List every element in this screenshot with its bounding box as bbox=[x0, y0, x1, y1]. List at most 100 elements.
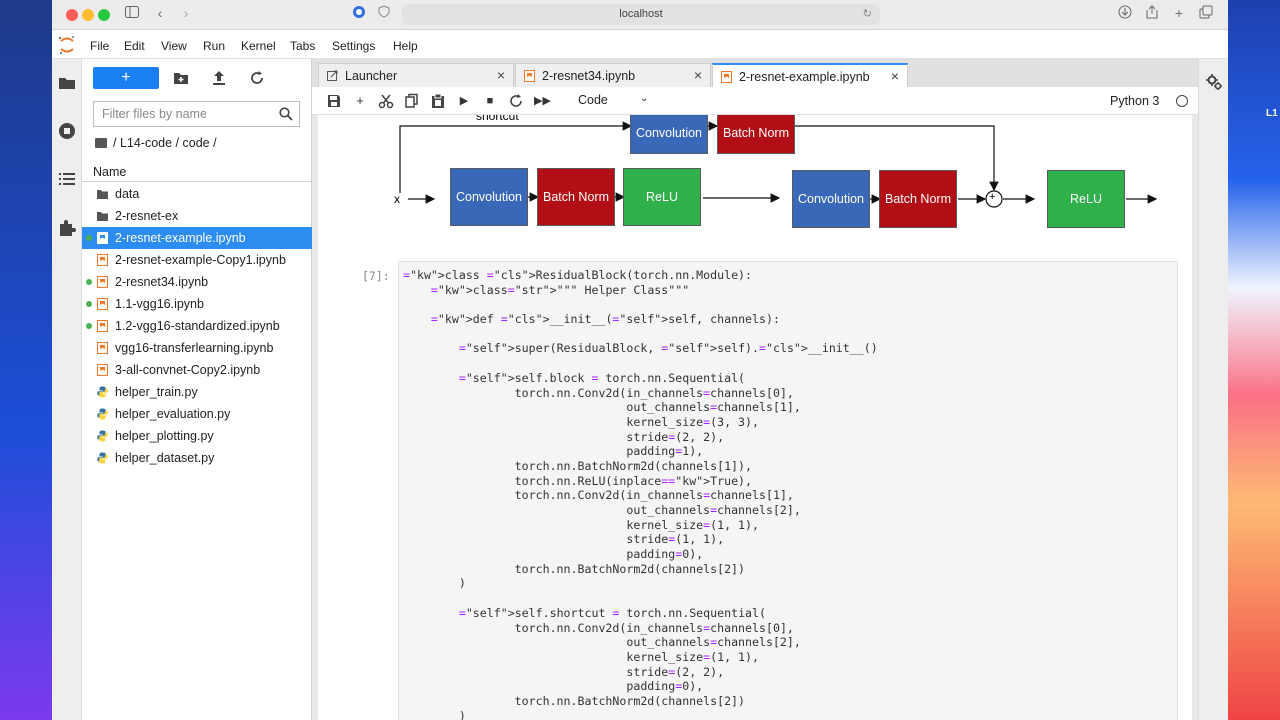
tab-overview-icon[interactable] bbox=[1196, 5, 1216, 22]
code-line: padding=0), bbox=[403, 547, 704, 562]
file-row[interactable]: 1.1-vgg16.ipynb bbox=[82, 293, 312, 315]
code-cell[interactable]: ="kw">class ="cls">ResidualBlock(torch.n… bbox=[398, 261, 1178, 720]
close-window-button[interactable] bbox=[66, 9, 78, 21]
sidebar-toggle-icon[interactable] bbox=[122, 5, 142, 21]
password-manager-icon[interactable] bbox=[349, 5, 369, 22]
copy-icon[interactable] bbox=[404, 93, 420, 109]
new-launcher-button[interactable]: + bbox=[93, 67, 159, 89]
insert-cell-icon[interactable]: + bbox=[352, 93, 368, 109]
tab-2-resnet34[interactable]: 2-resnet34.ipynb × bbox=[515, 63, 711, 87]
new-folder-icon[interactable] bbox=[172, 69, 190, 87]
upload-icon[interactable] bbox=[210, 69, 228, 87]
property-inspector-gear-icon[interactable] bbox=[1205, 73, 1223, 91]
notebook-panel[interactable]: x shortcut + Convolution Batch Norm Conv… bbox=[318, 115, 1192, 720]
tab-label: Launcher bbox=[345, 69, 398, 83]
code-line: torch.nn.BatchNorm2d(channels[2]) bbox=[403, 561, 746, 576]
running-kernels-icon[interactable] bbox=[58, 122, 76, 140]
notebook-icon bbox=[524, 70, 535, 82]
menu-kernel[interactable]: Kernel bbox=[241, 39, 276, 53]
minimize-window-button[interactable] bbox=[82, 9, 94, 21]
code-line: ="self">self.shortcut = torch.nn.Sequent… bbox=[458, 605, 766, 620]
file-name: 2-resnet-ex bbox=[115, 209, 179, 223]
code-line: kernel_size=(1, 1), bbox=[403, 517, 760, 532]
menu-file[interactable]: File bbox=[90, 39, 109, 53]
close-icon[interactable]: × bbox=[694, 67, 702, 83]
file-row[interactable]: helper_evaluation.py bbox=[82, 403, 312, 425]
file-row[interactable]: 1.2-vgg16-standardized.ipynb bbox=[82, 315, 312, 337]
restart-kernel-icon[interactable] bbox=[508, 93, 524, 109]
privacy-shield-icon[interactable] bbox=[374, 5, 394, 21]
search-icon bbox=[279, 107, 293, 121]
kernel-name[interactable]: Python 3 bbox=[1110, 94, 1159, 108]
menu-settings[interactable]: Settings bbox=[332, 39, 375, 53]
menu-edit[interactable]: Edit bbox=[124, 39, 145, 53]
reload-icon[interactable]: ↻ bbox=[863, 7, 872, 20]
file-list-header[interactable]: Name bbox=[82, 161, 312, 182]
file-filter-input[interactable] bbox=[102, 107, 272, 121]
forward-icon[interactable]: › bbox=[176, 5, 196, 21]
save-icon[interactable] bbox=[326, 93, 342, 109]
menu-run[interactable]: Run bbox=[203, 39, 225, 53]
code-line: ="kw">class="str">""" Helper Class""" bbox=[430, 282, 690, 297]
paste-icon[interactable] bbox=[430, 93, 446, 109]
file-row[interactable]: data bbox=[82, 183, 312, 205]
restart-run-all-icon[interactable]: ▶▶ bbox=[534, 93, 551, 109]
file-row[interactable]: 2-resnet-example-Copy1.ipynb bbox=[82, 249, 312, 271]
table-of-contents-icon[interactable] bbox=[58, 170, 76, 188]
chevron-down-icon: ⌄ bbox=[640, 93, 649, 104]
python-file-icon bbox=[97, 408, 108, 420]
code-editor[interactable]: ="kw">class ="cls">ResidualBlock(torch.n… bbox=[403, 268, 878, 720]
close-icon[interactable]: × bbox=[891, 68, 899, 84]
downloads-icon[interactable] bbox=[1115, 5, 1135, 22]
tab-launcher[interactable]: Launcher × bbox=[318, 63, 514, 87]
file-name: helper_train.py bbox=[115, 385, 198, 399]
kernel-status-icon bbox=[1176, 95, 1188, 107]
file-row[interactable]: 2-resnet34.ipynb bbox=[82, 271, 312, 293]
python-file-icon bbox=[97, 386, 108, 398]
file-row[interactable]: 3-all-convnet-Copy2.ipynb bbox=[82, 359, 312, 381]
launcher-icon bbox=[327, 70, 338, 81]
code-line: stride=(2, 2), bbox=[403, 664, 725, 679]
url-bar[interactable]: localhost ↻ bbox=[402, 4, 880, 25]
breadcrumb-path[interactable]: / L14-code / code / bbox=[113, 136, 217, 150]
code-line: torch.nn.ReLU(inplace=="kw">True), bbox=[403, 473, 753, 488]
file-row[interactable]: 2-resnet-ex bbox=[82, 205, 312, 227]
tab-2-resnet-example[interactable]: 2-resnet-example.ipynb × bbox=[712, 63, 908, 88]
file-row[interactable]: helper_plotting.py bbox=[82, 425, 312, 447]
right-sidebar bbox=[1198, 59, 1228, 720]
file-name: 2-resnet-example.ipynb bbox=[115, 231, 246, 245]
run-icon[interactable]: ▶ bbox=[456, 93, 472, 109]
cut-icon[interactable] bbox=[378, 93, 394, 109]
file-row[interactable]: helper_train.py bbox=[82, 381, 312, 403]
file-row[interactable]: vgg16-transferlearning.ipynb bbox=[82, 337, 312, 359]
file-name: 3-all-convnet-Copy2.ipynb bbox=[115, 363, 261, 377]
diagram-input-label: x bbox=[394, 192, 400, 206]
notebook-icon bbox=[721, 71, 732, 83]
zoom-window-button[interactable] bbox=[98, 9, 110, 21]
file-row[interactable]: helper_dataset.py bbox=[82, 447, 312, 469]
new-tab-icon[interactable]: + bbox=[1169, 5, 1189, 21]
breadcrumb[interactable]: / L14-code / code / bbox=[95, 136, 217, 150]
browser-toolbar: ‹ › localhost ↻ + bbox=[52, 0, 1228, 30]
code-line: ) bbox=[403, 708, 466, 720]
file-row[interactable]: 2-resnet-example.ipynb bbox=[82, 227, 312, 249]
extensions-puzzle-icon[interactable] bbox=[58, 219, 76, 237]
menu-tabs[interactable]: Tabs bbox=[290, 39, 315, 53]
stop-icon[interactable]: ■ bbox=[482, 93, 498, 109]
menu-view[interactable]: View bbox=[161, 39, 187, 53]
folder-icon[interactable] bbox=[58, 74, 76, 92]
file-filter-field[interactable] bbox=[93, 101, 300, 127]
share-icon[interactable] bbox=[1142, 5, 1162, 22]
back-icon[interactable]: ‹ bbox=[150, 5, 170, 21]
cell-type-dropdown[interactable]: Code ⌄ bbox=[578, 93, 648, 107]
notebook-icon bbox=[97, 364, 108, 376]
file-browser-panel: + / L14-code / code / Name data 2-resnet-… bbox=[82, 59, 312, 720]
close-icon[interactable]: × bbox=[497, 67, 505, 83]
menu-help[interactable]: Help bbox=[393, 39, 418, 53]
file-name: vgg16-transferlearning.ipynb bbox=[115, 341, 274, 355]
column-header-name[interactable]: Name bbox=[93, 165, 126, 179]
refresh-icon[interactable] bbox=[248, 69, 266, 87]
code-line: stride=(2, 2), bbox=[403, 429, 725, 444]
